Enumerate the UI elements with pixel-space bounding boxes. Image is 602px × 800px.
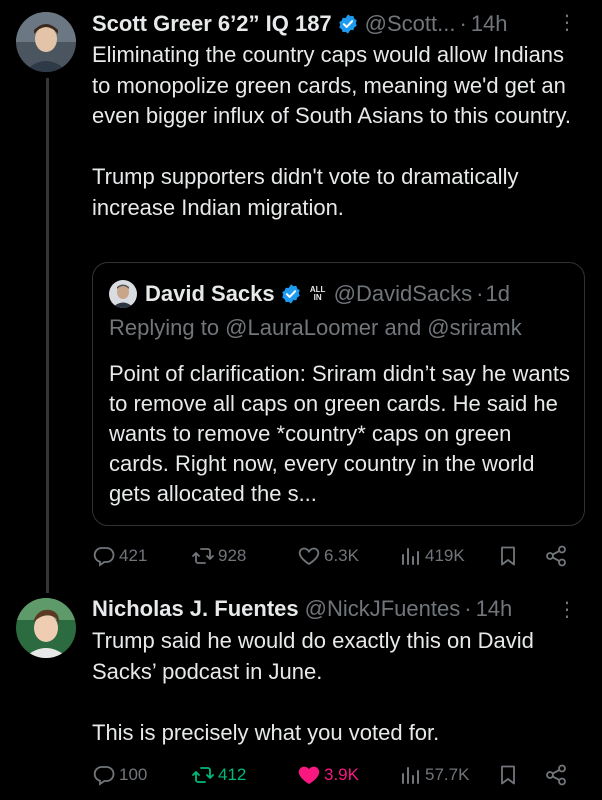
timestamp[interactable]: 14h [471,11,508,37]
reply-icon [93,766,115,786]
repost-count: 412 [218,765,247,784]
like-button[interactable]: 3.9K [297,760,359,790]
author-name[interactable]: Nicholas J. Fuentes [92,596,299,622]
avatar-david-sacks [109,280,137,308]
tweet-text: Eliminating the country caps would allow… [92,42,571,220]
views-icon [402,548,419,565]
quoted-tweet[interactable]: David Sacks ALL IN @DavidSacks · 1d Repl… [92,262,585,526]
like-icon [298,766,320,785]
timestamp[interactable]: 14h [476,596,513,622]
repost-icon [192,767,214,783]
repost-count: 928 [218,546,247,565]
verified-badge-icon [280,283,302,305]
more-icon[interactable]: ⋮ [557,597,577,622]
bookmark-button[interactable] [496,760,523,790]
repost-button[interactable]: 412 [191,760,246,790]
views-button[interactable]: 57.7K [398,760,469,790]
share-button[interactable] [544,760,571,790]
views-icon [402,767,419,784]
reply-button[interactable]: 421 [92,541,147,571]
share-icon [546,545,566,567]
quote-header: David Sacks ALL IN @DavidSacks · 1d [109,279,510,309]
separator-dot: · [459,11,467,36]
verified-badge-icon [337,13,359,35]
tweet-text: Trump said he would do exactly this on D… [92,628,534,745]
bookmark-button[interactable] [496,541,523,571]
tweet1-actions: 421 928 6.3K 419K [92,541,586,571]
separator-dot: · [464,596,472,621]
like-button[interactable]: 6.3K [297,541,359,571]
more-icon[interactable]: ⋮ [557,10,577,35]
share-button[interactable] [544,541,571,571]
badge-line-2: IN [313,293,322,302]
views-count: 57.7K [425,765,470,784]
reply-count: 421 [119,546,148,565]
views-button[interactable]: 419K [398,541,465,571]
reply-icon [93,547,115,567]
repost-icon [192,548,214,564]
bookmark-icon [501,546,515,566]
avatar-scott-greer[interactable] [16,12,76,72]
bookmark-icon [501,765,515,785]
views-count: 419K [425,546,465,565]
quote-author-name: David Sacks [145,281,275,306]
avatar-nicholas-fuentes[interactable] [16,598,76,658]
tweet1-header: Scott Greer 6’2” IQ 187 @Scott... · 14h [92,8,508,40]
like-count: 6.3K [324,546,359,565]
reply-count: 100 [119,765,148,784]
quote-timestamp: 1d [485,281,510,306]
tweet2-header: Nicholas J. Fuentes @NickJFuentes · 14h [92,593,512,625]
like-count: 3.9K [324,765,359,784]
like-icon [298,547,320,566]
reply-button[interactable]: 100 [92,760,147,790]
tweet2-actions: 100 412 3.9K 57.7K [92,760,586,790]
share-icon [546,764,566,786]
separator-dot: · [476,281,484,306]
author-handle[interactable]: @NickJFuentes [305,596,461,622]
all-in-affiliate-badge: ALL IN [308,283,328,305]
replying-to: Replying to @LauraLoomer and @sriramk [109,315,522,340]
repost-button[interactable]: 928 [191,541,246,571]
author-name[interactable]: Scott Greer 6’2” IQ 187 [92,11,332,37]
thread-line [46,78,49,593]
quote-author-handle: @DavidSacks [333,281,473,306]
quote-text: Point of clarification: Sriram didn’t sa… [109,361,570,506]
author-handle[interactable]: @Scott... [365,11,456,37]
